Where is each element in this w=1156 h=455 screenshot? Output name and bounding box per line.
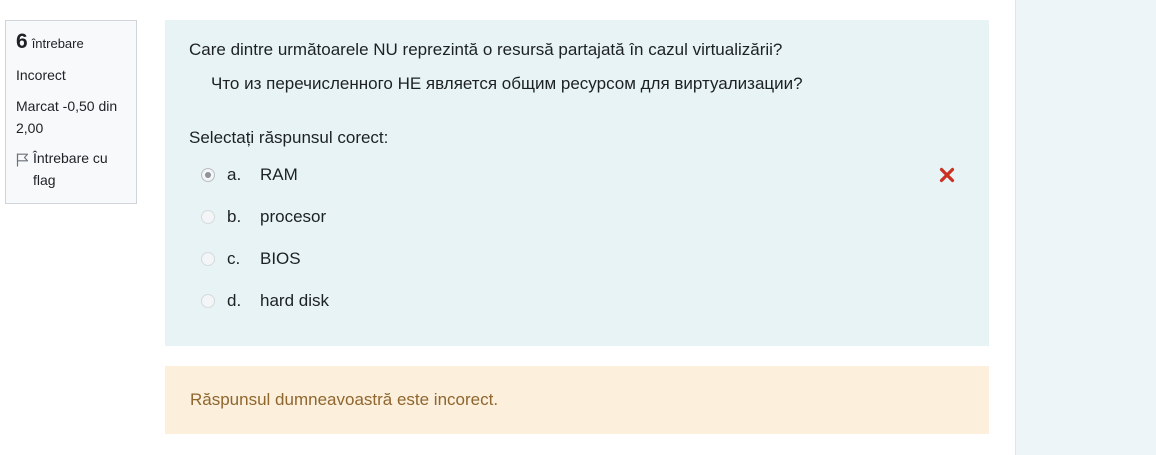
flag-icon: [16, 151, 29, 167]
answer-list: a. RAM b. procesor c. BIOS d. hard disk: [189, 154, 965, 322]
answer-radio-b[interactable]: [201, 210, 215, 224]
feedback-panel: Răspunsul dumneavoastră este incorect.: [165, 366, 989, 434]
right-drawer: [1015, 0, 1156, 455]
answer-radio-d[interactable]: [201, 294, 215, 308]
question-number: 6 întrebare: [16, 30, 126, 54]
feedback-text: Răspunsul dumneavoastră este incorect.: [190, 390, 499, 409]
answer-label: RAM: [260, 165, 298, 184]
answer-letter: b.: [227, 207, 242, 226]
cross-icon: [937, 165, 957, 185]
answer-label: hard disk: [260, 291, 329, 310]
answer-label: BIOS: [260, 249, 301, 268]
answer-label: procesor: [260, 207, 327, 226]
question-content: Care dintre următoarele NU reprezintă o …: [165, 20, 989, 346]
answer-option-b[interactable]: b. procesor: [189, 196, 965, 238]
answer-option-c[interactable]: c. BIOS: [189, 238, 965, 280]
answer-radio-c[interactable]: [201, 252, 215, 266]
answer-option-d[interactable]: d. hard disk: [189, 280, 965, 322]
answer-option-a[interactable]: a. RAM: [189, 154, 965, 196]
question-number-value: 6: [16, 30, 28, 53]
answer-radio-a[interactable]: [201, 168, 215, 182]
answer-letter: d.: [227, 291, 242, 310]
answer-letter: a.: [227, 165, 242, 184]
question-grade: Marcat -0,50 din 2,00: [16, 98, 118, 136]
question-text-translation: Что из перечисленного НЕ является общим …: [211, 74, 803, 93]
flag-question-link[interactable]: Întrebare cu flag: [16, 147, 126, 191]
question-info-box: 6 întrebare Incorect Marcat -0,50 din 2,…: [5, 20, 137, 204]
answer-prompt: Selectați răspunsul corect:: [189, 128, 389, 147]
question-state: Incorect: [16, 67, 66, 83]
question-number-word: întrebare: [31, 36, 84, 51]
question-text: Care dintre următoarele NU reprezintă o …: [189, 40, 783, 59]
flag-label: Întrebare cu flag: [33, 150, 108, 188]
answer-letter: c.: [227, 249, 241, 268]
